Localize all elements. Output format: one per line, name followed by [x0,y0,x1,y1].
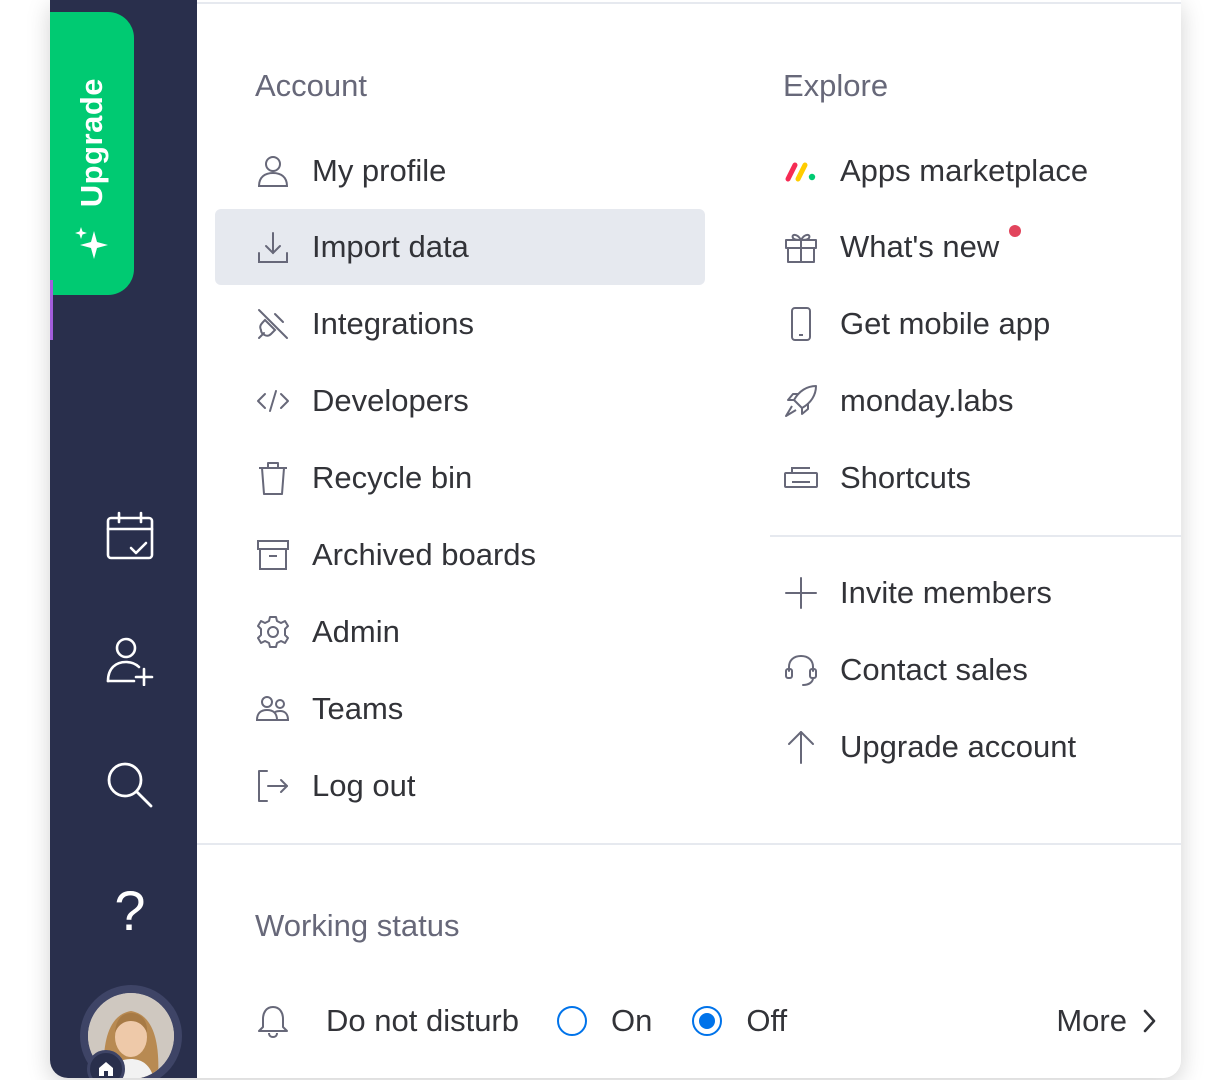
add-user-icon[interactable] [100,630,160,690]
plus-icon [783,575,819,611]
search-icon[interactable] [100,755,160,815]
do-not-disturb-label: Do not disturb [326,1003,519,1038]
help-glyph: ? [114,878,146,942]
menu-item-label: Apps marketplace [840,153,1089,188]
radio-on[interactable] [557,1006,587,1036]
menu-item-label: Shortcuts [840,460,971,495]
menu-item-archived-boards[interactable]: Archived boards [215,517,705,593]
bell-icon [255,1003,291,1039]
menu-item-teams[interactable]: Teams [215,671,705,747]
menu-item-label: Recycle bin [312,460,473,495]
menu-item-monday-labs[interactable]: monday.labs [783,363,1181,439]
menu-item-label: Integrations [312,306,474,341]
help-icon[interactable]: ? [100,878,160,942]
code-icon [255,383,291,419]
user-icon [255,153,291,189]
menu-item-label: What's new [840,229,1000,264]
radio-off[interactable] [692,1006,723,1036]
explore-divider [770,535,1181,537]
menu-item-integrations[interactable]: Integrations [215,286,705,362]
gear-icon [255,614,291,650]
working-status-divider [197,843,1181,845]
menu-item-log-out[interactable]: Log out [215,748,705,824]
top-border [197,2,1181,4]
upgrade-button[interactable]: Upgrade [50,12,134,295]
menu-item-label: monday.labs [840,383,1014,418]
do-not-disturb-row: Do not disturb On Off More [255,986,1181,1056]
explore-section-title: Explore [783,68,889,103]
menu-item-get-mobile-app[interactable]: Get mobile app [783,286,1181,362]
menu-item-label: Log out [312,768,416,803]
calendar-check-icon[interactable] [100,505,160,565]
working-status-title: Working status [255,908,460,943]
radio-off-selected-dot [699,1013,716,1029]
menu-item-label: Archived boards [312,537,537,572]
monday-logo-icon [783,153,819,189]
menu-item-label: Invite members [840,575,1052,610]
more-button[interactable]: More [1056,1003,1159,1039]
sparkle-icon [75,227,108,259]
menu-item-shortcuts[interactable]: Shortcuts [783,440,1181,516]
headset-icon [783,652,819,688]
menu-item-upgrade-account[interactable]: Upgrade account [783,709,1181,785]
menu-item-recycle-bin[interactable]: Recycle bin [215,440,705,516]
home-icon [99,1062,113,1076]
menu-item-label: Teams [312,691,404,726]
menu-item-label: Get mobile app [840,306,1051,341]
menu-item-label: My profile [312,153,447,188]
menu-item-label: Upgrade account [840,729,1077,764]
upgrade-label: Upgrade [74,77,109,207]
menu-item-label: Contact sales [840,652,1028,687]
radio-off-label: Off [746,1003,788,1038]
chevron-right-icon [1143,1009,1156,1033]
logout-icon [255,768,291,804]
mobile-icon [783,306,819,342]
left-sidebar: Upgrade ? [50,0,197,1078]
menu-item-invite-members[interactable]: Invite members [783,555,1181,631]
upgrade-accent-bar [50,280,53,340]
archive-icon [255,537,291,573]
settings-menu-panel: Account My profile Import data Integrati… [197,0,1181,1078]
team-icon [255,691,291,727]
more-label: More [1056,1003,1127,1038]
radio-on-label: On [611,1003,653,1038]
account-section-title: Account [255,68,368,103]
menu-item-developers[interactable]: Developers [215,363,705,439]
arrow-up-icon [783,729,819,765]
menu-item-contact-sales[interactable]: Contact sales [783,632,1181,708]
notification-dot [1009,225,1022,237]
keyboard-icon [783,460,819,496]
menu-item-import-data[interactable]: Import data [215,209,705,285]
gift-icon [783,229,819,265]
menu-item-label: Import data [312,229,469,264]
menu-item-whats-new[interactable]: What's new [783,209,1181,285]
trash-icon [255,460,291,496]
download-icon [255,229,291,265]
rocket-icon [783,383,819,419]
plug-icon [255,306,291,342]
app-window: Upgrade ? Account My profile Import data… [50,0,1181,1078]
menu-item-label: Admin [312,614,400,649]
menu-item-my-profile[interactable]: My profile [215,133,705,209]
menu-item-apps-marketplace[interactable]: Apps marketplace [783,133,1181,209]
menu-item-label: Developers [312,383,469,418]
menu-item-admin[interactable]: Admin [215,594,705,670]
